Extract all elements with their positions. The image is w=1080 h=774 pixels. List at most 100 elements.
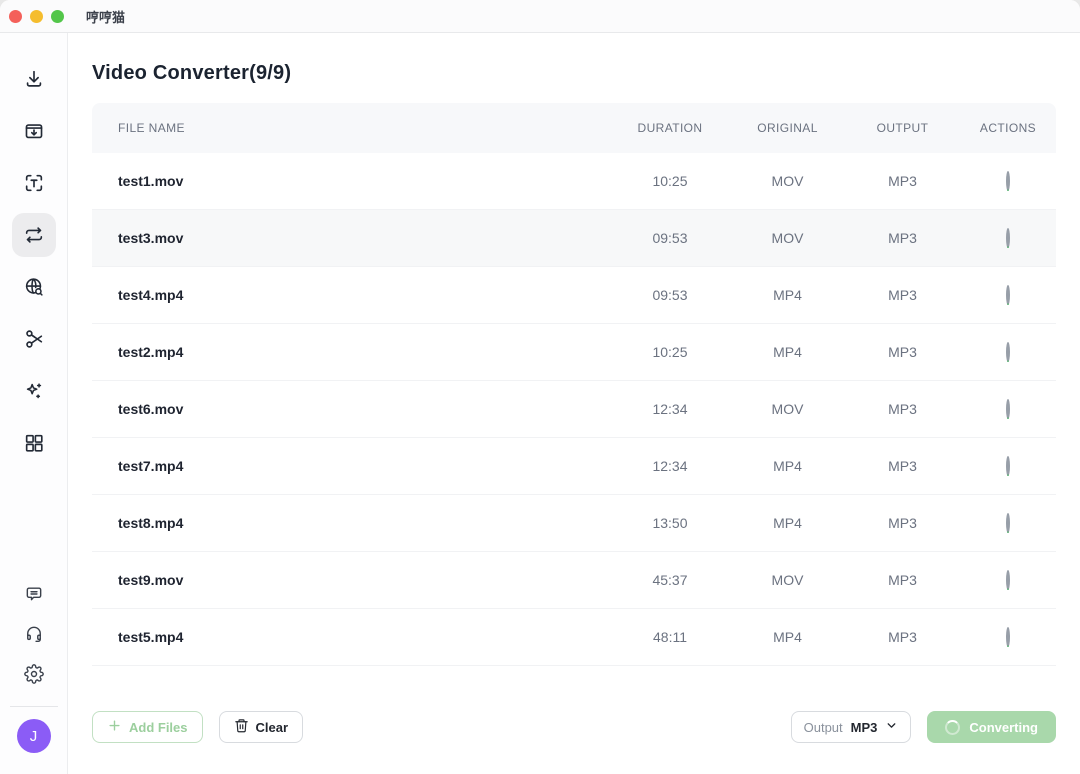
file-name-cell: test9.mov	[92, 572, 610, 588]
table-body: test1.mov 10:25 MOV MP3 test3.mov 09:53 …	[92, 153, 1056, 666]
column-header-original: ORIGINAL	[730, 121, 845, 135]
footer-left-group: Add Files Clear	[92, 711, 303, 743]
sidebar-item-video-converter[interactable]	[12, 213, 56, 257]
duration-cell: 10:25	[610, 173, 730, 189]
sparkles-icon	[23, 380, 45, 402]
output-cell: MP3	[845, 515, 960, 531]
page-title: Video Converter(9/9)	[92, 59, 1056, 87]
minimize-button[interactable]	[30, 10, 43, 23]
progress-spinner-icon	[1006, 570, 1010, 590]
output-cell: MP3	[845, 173, 960, 189]
add-files-label: Add Files	[129, 720, 188, 735]
app-window: 哼哼猫	[0, 0, 1080, 774]
output-cell: MP3	[845, 629, 960, 645]
original-cell: MP4	[730, 344, 845, 360]
download-icon	[23, 68, 45, 90]
duration-cell: 09:53	[610, 287, 730, 303]
window-title: 哼哼猫	[86, 7, 125, 26]
footer-right-group: Output MP3 Converting	[791, 711, 1056, 743]
actions-cell	[960, 515, 1056, 531]
sidebar-item-download[interactable]	[12, 57, 56, 101]
progress-spinner-icon	[1006, 399, 1010, 419]
add-files-button[interactable]: Add Files	[92, 711, 203, 743]
sidebar-item-more-apps[interactable]	[12, 421, 56, 465]
clear-button[interactable]: Clear	[219, 711, 304, 743]
sidebar-item-trim[interactable]	[12, 317, 56, 361]
original-cell: MP4	[730, 629, 845, 645]
output-cell: MP3	[845, 458, 960, 474]
original-cell: MP4	[730, 287, 845, 303]
table-row: test8.mp4 13:50 MP4 MP3	[92, 495, 1056, 552]
user-avatar[interactable]: J	[17, 719, 51, 753]
file-name-cell: test2.mp4	[92, 344, 610, 360]
file-name-cell: test6.mov	[92, 401, 610, 417]
sidebar-item-batch-download[interactable]	[12, 109, 56, 153]
output-label: Output	[804, 720, 843, 735]
table-row: test5.mp4 48:11 MP4 MP3	[92, 609, 1056, 666]
table-row: test2.mp4 10:25 MP4 MP3	[92, 324, 1056, 381]
actions-cell	[960, 344, 1056, 360]
sidebar-item-settings[interactable]	[16, 656, 52, 692]
output-cell: MP3	[845, 230, 960, 246]
progress-spinner-icon	[1006, 228, 1010, 248]
text-scan-icon	[23, 172, 45, 194]
sidebar: J	[0, 33, 68, 774]
output-value: MP3	[851, 720, 878, 735]
progress-spinner-icon	[1006, 627, 1010, 647]
convert-loop-icon	[23, 224, 45, 246]
archive-download-icon	[23, 120, 45, 142]
column-header-file-name: FILE NAME	[92, 121, 610, 135]
zoom-button[interactable]	[51, 10, 64, 23]
actions-cell	[960, 287, 1056, 303]
file-name-cell: test1.mov	[92, 173, 610, 189]
table-row: test7.mp4 12:34 MP4 MP3	[92, 438, 1056, 495]
output-cell: MP3	[845, 572, 960, 588]
actions-cell	[960, 629, 1056, 645]
progress-spinner-icon	[1006, 513, 1010, 533]
titlebar: 哼哼猫	[0, 0, 1080, 33]
actions-cell	[960, 230, 1056, 246]
headset-icon	[24, 624, 44, 644]
original-cell: MP4	[730, 515, 845, 531]
sidebar-item-ai-tools[interactable]	[12, 369, 56, 413]
clear-label: Clear	[256, 720, 289, 735]
table-row: test9.mov 45:37 MOV MP3	[92, 552, 1056, 609]
duration-cell: 09:53	[610, 230, 730, 246]
original-cell: MOV	[730, 230, 845, 246]
converting-button[interactable]: Converting	[927, 711, 1056, 743]
original-cell: MOV	[730, 173, 845, 189]
loading-spinner-icon	[945, 720, 960, 735]
duration-cell: 13:50	[610, 515, 730, 531]
settings-gear-icon	[24, 664, 44, 684]
actions-cell	[960, 572, 1056, 588]
actions-cell	[960, 458, 1056, 474]
table-row: test6.mov 12:34 MOV MP3	[92, 381, 1056, 438]
progress-spinner-icon	[1006, 285, 1010, 305]
web-search-icon	[23, 276, 45, 298]
sidebar-item-web-search[interactable]	[12, 265, 56, 309]
main-content: Video Converter(9/9) FILE NAME DURATION …	[68, 33, 1080, 774]
duration-cell: 48:11	[610, 629, 730, 645]
sidebar-bottom-group: J	[10, 576, 58, 753]
sidebar-item-support[interactable]	[16, 616, 52, 652]
progress-spinner-icon	[1006, 171, 1010, 191]
traffic-lights	[9, 10, 64, 23]
file-name-cell: test8.mp4	[92, 515, 610, 531]
scissors-icon	[23, 328, 45, 350]
file-name-cell: test4.mp4	[92, 287, 610, 303]
sidebar-item-feedback[interactable]	[16, 576, 52, 612]
output-cell: MP3	[845, 287, 960, 303]
file-name-cell: test7.mp4	[92, 458, 610, 474]
trash-icon	[234, 718, 249, 736]
duration-cell: 12:34	[610, 458, 730, 474]
output-cell: MP3	[845, 344, 960, 360]
sidebar-divider	[10, 706, 58, 707]
sidebar-item-text-recognition[interactable]	[12, 161, 56, 205]
output-format-dropdown[interactable]: Output MP3	[791, 711, 912, 743]
plus-icon	[107, 718, 122, 736]
original-cell: MOV	[730, 401, 845, 417]
converting-label: Converting	[969, 720, 1038, 735]
column-header-actions: ACTIONS	[960, 121, 1056, 135]
close-button[interactable]	[9, 10, 22, 23]
progress-spinner-icon	[1006, 456, 1010, 476]
